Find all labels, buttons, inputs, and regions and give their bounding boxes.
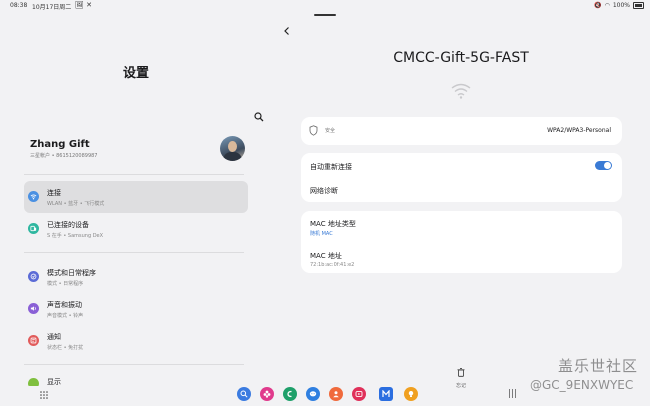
battery-icon <box>633 2 644 9</box>
messages-app-icon[interactable] <box>306 387 320 401</box>
tips-app-icon[interactable] <box>404 387 418 401</box>
menu-item-modes-routines[interactable]: 模式和日常程序 模式 • 日常程序 <box>24 261 248 293</box>
connection-options-card: 自动重新连接 网络诊断 <box>301 153 622 202</box>
menu-item-sound-vibration[interactable]: 声音和振动 声音模式 • 铃声 <box>24 293 248 325</box>
mac-address-value: 72:1b:ac:0f:41:e2 <box>310 262 355 268</box>
security-card: 安全 WPA2/WPA3-Personal <box>301 117 622 145</box>
profile-name[interactable]: Zhang Gift <box>30 139 90 150</box>
menu-item-sub: S 在手 • Samsung DeX <box>47 233 104 239</box>
sound-icon <box>28 303 39 314</box>
network-diagnostics-label: 网络诊断 <box>310 187 338 195</box>
auto-reconnect-toggle[interactable] <box>595 161 612 170</box>
samsung-members-app-icon[interactable] <box>379 387 393 401</box>
mac-type-value: 随机 MAC <box>310 231 333 237</box>
mac-type-label: MAC 地址类型 <box>310 220 356 228</box>
mac-card: MAC 地址类型 随机 MAC MAC 地址 72:1b:ac:0f:41:e2 <box>301 211 622 273</box>
watermark-user-text: @GC_9ENXWYEC <box>530 378 634 392</box>
menu-item-connections[interactable]: 连接 WLAN • 蓝牙 • 飞行模式 <box>24 181 248 213</box>
trash-icon <box>457 368 465 377</box>
mac-address-label: MAC 地址 <box>310 252 342 260</box>
mac-address-row: MAC 地址 72:1b:ac:0f:41:e2 <box>301 242 622 273</box>
security-label: 安全 <box>325 128 336 134</box>
display-icon <box>28 378 39 386</box>
auto-reconnect-label: 自动重新连接 <box>310 163 352 171</box>
divider <box>24 174 244 175</box>
contacts-app-icon[interactable] <box>329 387 343 401</box>
menu-item-label: 模式和日常程序 <box>47 269 96 277</box>
wifi-signal-icon <box>451 83 471 99</box>
network-ssid-title: CMCC-Gift-5G-FAST <box>393 50 529 66</box>
recent-apps-button[interactable]: ||| <box>508 389 517 399</box>
menu-item-display[interactable]: 显示 <box>24 372 248 386</box>
search-icon[interactable] <box>254 112 264 122</box>
menu-item-label: 通知 <box>47 333 61 341</box>
search-app-icon[interactable] <box>237 387 251 401</box>
menu-item-label: 显示 <box>47 378 61 386</box>
forget-network-label: 忘记 <box>455 383 466 389</box>
divider <box>24 252 244 253</box>
menu-item-notifications[interactable]: 通知 状态栏 • 免打扰 <box>24 325 248 357</box>
auto-reconnect-row[interactable]: 自动重新连接 <box>301 153 622 178</box>
menu-item-sub: 状态栏 • 免打扰 <box>47 345 84 351</box>
mute-icon: 🔇 <box>594 2 602 9</box>
shield-icon <box>309 125 318 136</box>
network-diagnostics-row[interactable]: 网络诊断 <box>301 178 622 202</box>
forget-network-button[interactable]: 忘记 <box>450 362 472 389</box>
back-arrow-icon[interactable] <box>282 26 292 36</box>
connected-devices-icon <box>28 223 39 234</box>
battery-level: 100% <box>612 2 630 9</box>
status-right: 🔇 ◠ 100% <box>594 2 644 9</box>
divider <box>24 364 244 365</box>
notification-icon <box>28 335 39 346</box>
multiwindow-handle[interactable] <box>314 14 336 16</box>
apps-grid-icon[interactable] <box>40 391 48 399</box>
mac-type-row[interactable]: MAC 地址类型 随机 MAC <box>301 211 622 242</box>
security-value: WPA2/WPA3-Personal <box>547 127 611 134</box>
menu-item-sub: 模式 • 日常程序 <box>47 281 84 287</box>
menu-item-label: 连接 <box>47 189 61 197</box>
security-row: 安全 WPA2/WPA3-Personal <box>301 117 622 145</box>
modes-icon <box>28 271 39 282</box>
menu-item-label: 已连接的设备 <box>47 221 89 229</box>
phone-app-icon[interactable] <box>283 387 297 401</box>
menu-item-sub: 声音模式 • 铃声 <box>47 313 84 319</box>
menu-item-label: 声音和振动 <box>47 301 82 309</box>
wifi-icon <box>28 191 39 202</box>
menu-item-connected-devices[interactable]: 已连接的设备 S 在手 • Samsung DeX <box>24 213 248 245</box>
profile-subtitle: 三星帐户 • 8615120089987 <box>30 153 98 159</box>
menu-item-sub: WLAN • 蓝牙 • 飞行模式 <box>47 201 105 207</box>
page-title: 设置 <box>122 66 149 81</box>
avatar[interactable] <box>220 136 245 161</box>
flower-app-icon[interactable] <box>260 387 274 401</box>
settings-panel: 设置 Zhang Gift 三星帐户 • 8615120089987 连接 WL… <box>0 0 272 406</box>
watermark-logo-text: 盖乐世社区 <box>558 357 639 375</box>
wifi-status-icon: ◠ <box>604 2 610 9</box>
video-app-icon[interactable] <box>352 387 366 401</box>
